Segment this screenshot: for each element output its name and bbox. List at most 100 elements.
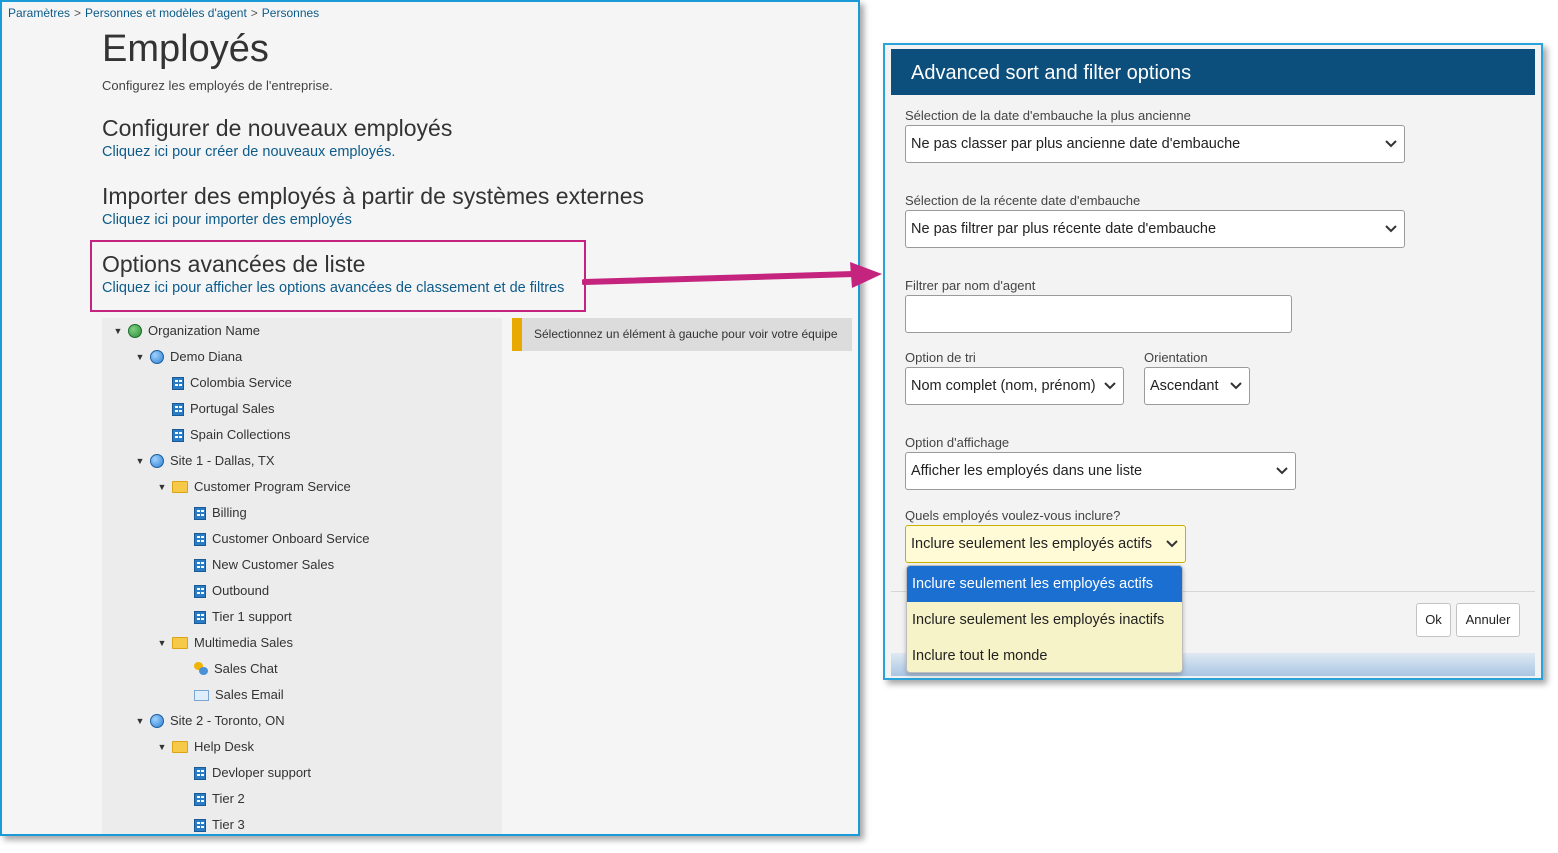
building-icon [194, 532, 206, 546]
breadcrumb-separator: > [74, 6, 82, 20]
tree-node[interactable]: Colombia Service [156, 372, 292, 394]
recent-hire-select[interactable]: Ne pas filtrer par plus récente date d'e… [905, 210, 1405, 248]
tree-node[interactable]: Sales Email [178, 684, 284, 706]
building-icon [194, 766, 206, 780]
caret-down-icon[interactable]: ▼ [134, 346, 146, 368]
caret-down-icon[interactable]: ▼ [112, 320, 124, 342]
callout-arrow [582, 262, 882, 288]
sort-option-value: Nom complet (nom, prénom) [911, 378, 1096, 394]
section-title-advanced-options: Options avancées de liste [102, 251, 366, 277]
chevron-down-icon [1165, 526, 1179, 562]
tree-node[interactable]: ▼ Help Desk [156, 736, 254, 758]
tree-node-label: Tier 1 support [212, 609, 292, 624]
orientation-value: Ascendant [1150, 378, 1219, 394]
team-message: Sélectionnez un élément à gauche pour vo… [512, 318, 852, 351]
create-employees-link[interactable]: Cliquez ici pour créer de nouveaux emplo… [102, 144, 395, 160]
advanced-options-link[interactable]: Cliquez ici pour afficher les options av… [102, 280, 564, 296]
tree-node[interactable]: Tier 3 [178, 814, 245, 834]
caret-down-icon[interactable]: ▼ [156, 476, 168, 498]
breadcrumb-separator: > [250, 6, 258, 20]
display-option-value: Afficher les employés dans une liste [911, 463, 1143, 479]
tree-node[interactable]: Outbound [178, 580, 269, 602]
tree-node-label: Site 1 - Dallas, TX [170, 453, 275, 468]
orientation-select[interactable]: Ascendant [1144, 367, 1250, 405]
tree-node[interactable]: Customer Onboard Service [178, 528, 370, 550]
include-employees-select[interactable]: Inclure seulement les employés actifs [905, 525, 1186, 563]
breadcrumb-people-models[interactable]: Personnes et modèles d'agent [85, 6, 247, 20]
sort-option-select[interactable]: Nom complet (nom, prénom) [905, 367, 1124, 405]
folder-icon [172, 481, 188, 493]
chevron-down-icon [1275, 453, 1289, 489]
tree-node[interactable]: ▼ Organization Name [112, 320, 260, 342]
breadcrumb-settings[interactable]: Paramètres [8, 6, 70, 20]
chevron-down-icon [1384, 126, 1398, 162]
caret-down-icon[interactable]: ▼ [134, 450, 146, 472]
chevron-down-icon [1384, 211, 1398, 247]
globe-icon [150, 454, 164, 468]
caret-down-icon[interactable]: ▼ [156, 736, 168, 758]
tree-node[interactable]: Tier 2 [178, 788, 245, 810]
globe-icon [150, 350, 164, 364]
page-subtitle: Configurez les employés de l'entreprise. [102, 78, 333, 93]
tree-node[interactable]: ▼ Site 1 - Dallas, TX [134, 450, 275, 472]
folder-icon [172, 741, 188, 753]
tree-node-label: Tier 3 [212, 817, 245, 832]
option-active-only[interactable]: Inclure seulement les employés actifs [907, 566, 1182, 602]
chevron-down-icon [1103, 368, 1117, 404]
tree-node-label: Help Desk [194, 739, 254, 754]
tree-node-label: Demo Diana [170, 349, 243, 364]
display-option-select[interactable]: Afficher les employés dans une liste [905, 452, 1296, 490]
tree-node-label: New Customer Sales [212, 557, 335, 572]
building-icon [172, 402, 184, 416]
import-employees-link[interactable]: Cliquez ici pour importer des employés [102, 212, 352, 228]
include-employees-dropdown: Inclure seulement les employés actifs In… [906, 565, 1183, 673]
section-title-import-employees: Importer des employés à partir de systèm… [102, 183, 645, 209]
tree-node[interactable]: Billing [178, 502, 247, 524]
orientation-label: Orientation [1144, 350, 1208, 365]
tree-node-label: Tier 2 [212, 791, 245, 806]
breadcrumb-people[interactable]: Personnes [262, 6, 319, 20]
ok-button[interactable]: Ok [1416, 603, 1451, 637]
oldest-hire-label: Sélection de la date d'embauche la plus … [905, 108, 1191, 123]
tree-node-label: Billing [212, 505, 247, 520]
building-icon [194, 818, 206, 832]
agent-name-input[interactable] [905, 295, 1292, 333]
tree-node[interactable]: ▼ Customer Program Service [156, 476, 351, 498]
tree-node[interactable]: ▼ Site 2 - Toronto, ON [134, 710, 285, 732]
organization-tree: ▼ Organization Name ▼ Demo Diana Colombia Se… [102, 318, 502, 834]
building-icon [194, 792, 206, 806]
option-inactive-only[interactable]: Inclure seulement les employés inactifs [907, 602, 1182, 638]
chevron-down-icon [1229, 368, 1243, 404]
tree-node[interactable]: ▼ Demo Diana [134, 346, 242, 368]
chat-icon [194, 662, 208, 676]
employees-panel: Paramètres > Personnes et modèles d'agent >… [0, 0, 860, 836]
cancel-button[interactable]: Annuler [1456, 603, 1520, 637]
caret-down-icon[interactable]: ▼ [134, 710, 146, 732]
tree-node-label: Site 2 - Toronto, ON [170, 713, 285, 728]
dialog-title: Advanced sort and filter options [891, 49, 1535, 95]
tree-node[interactable]: Tier 1 support [178, 606, 292, 628]
tree-node[interactable]: Portugal Sales [156, 398, 275, 420]
option-everyone[interactable]: Inclure tout le monde [907, 638, 1182, 672]
building-icon [194, 558, 206, 572]
tree-node[interactable]: Devloper support [178, 762, 311, 784]
tree-node[interactable]: New Customer Sales [178, 554, 334, 576]
recent-hire-value: Ne pas filtrer par plus récente date d'e… [911, 221, 1217, 237]
tree-node[interactable]: Spain Collections [156, 424, 290, 446]
tree-node[interactable]: Sales Chat [178, 658, 278, 680]
tree-node-label: Colombia Service [190, 375, 292, 390]
recent-hire-label: Sélection de la récente date d'embauche [905, 193, 1141, 208]
sort-option-label: Option de tri [905, 350, 976, 365]
oldest-hire-select[interactable]: Ne pas classer par plus ancienne date d'… [905, 125, 1405, 163]
oldest-hire-value: Ne pas classer par plus ancienne date d'… [911, 136, 1241, 152]
building-icon [172, 376, 184, 390]
include-employees-label: Quels employés voulez-vous inclure? [905, 508, 1121, 523]
building-icon [172, 428, 184, 442]
email-icon [194, 689, 209, 701]
tree-node-label: Sales Chat [214, 661, 278, 676]
caret-down-icon[interactable]: ▼ [156, 632, 168, 654]
tree-node-label: Outbound [212, 583, 270, 598]
tree-node[interactable]: ▼ Multimedia Sales [156, 632, 293, 654]
page-title: Employés [102, 28, 269, 70]
tree-node-label: Customer Program Service [194, 479, 351, 494]
